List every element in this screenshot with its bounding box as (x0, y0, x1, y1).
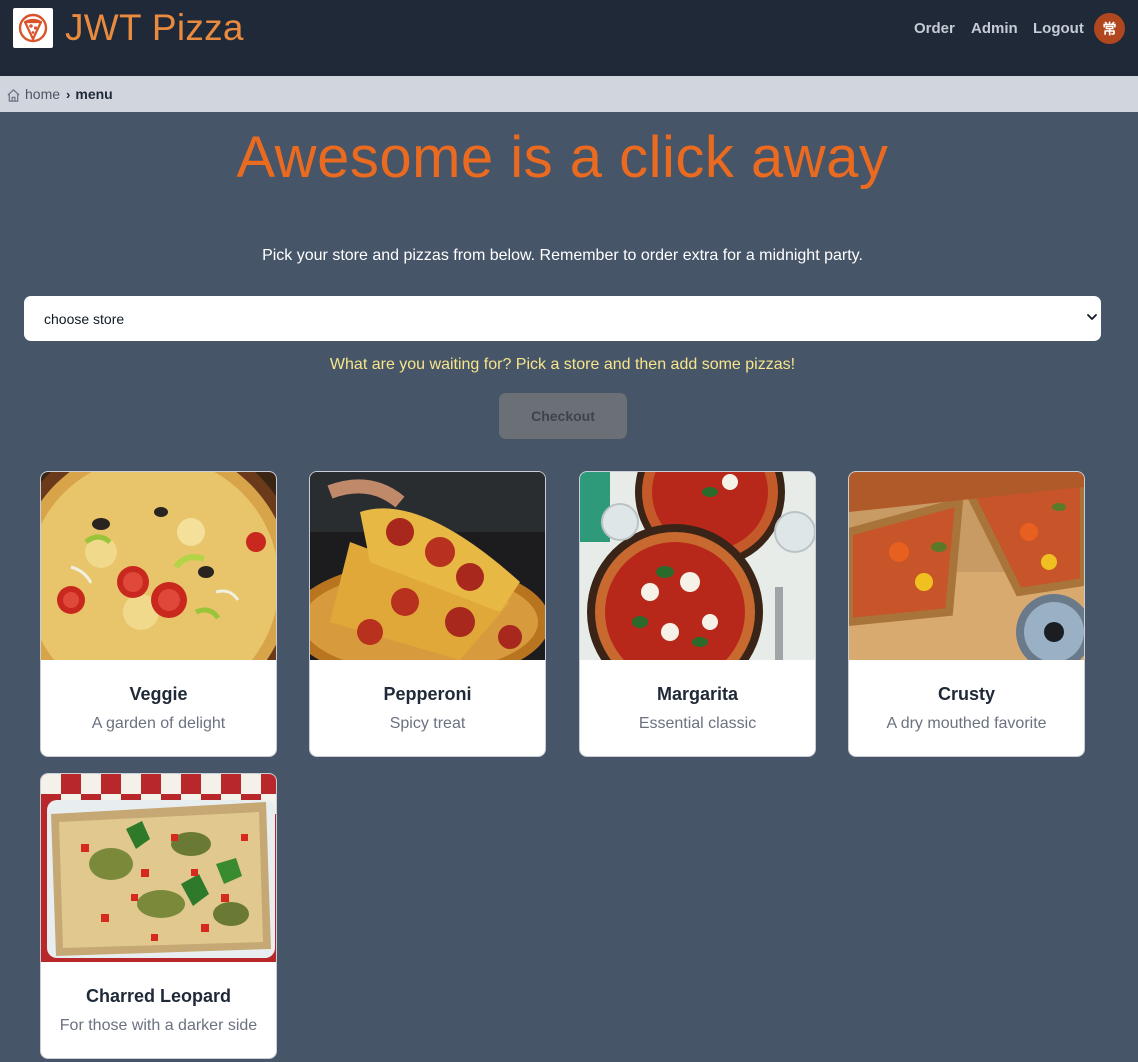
pizza-image-margarita (580, 472, 815, 660)
pizza-card-crusty[interactable]: Crusty A dry mouthed favorite (848, 471, 1085, 757)
chevron-down-icon (1087, 314, 1097, 320)
pizza-description: For those with a darker side (59, 1017, 258, 1034)
nav-logout-link[interactable]: Logout (1033, 20, 1084, 37)
breadcrumb-current: menu (75, 86, 113, 102)
pizza-description: Spicy treat (389, 715, 466, 732)
pizza-description: A garden of delight (91, 715, 226, 732)
pizza-card-veggie[interactable]: Veggie A garden of delight (40, 471, 277, 757)
pizza-name: Charred Leopard (85, 986, 232, 1006)
pizza-image-pepperoni (310, 472, 545, 660)
pizza-name: Margarita (656, 684, 739, 704)
user-avatar[interactable]: 常 (1094, 13, 1125, 44)
pizza-name: Pepperoni (383, 684, 472, 704)
pizza-card-margarita[interactable]: Margarita Essential classic (579, 471, 816, 757)
pizza-image-charred-leopard (41, 774, 276, 962)
pizza-name: Veggie (129, 684, 188, 704)
store-select-value: choose store (44, 310, 125, 327)
store-prompt: What are you waiting for? Pick a store a… (329, 356, 796, 373)
top-navbar: JWT Pizza Order Admin Logout 常 (0, 0, 1138, 76)
pizza-name: Crusty (937, 684, 995, 704)
nav-order-link[interactable]: Order (914, 20, 955, 37)
nav-admin-link[interactable]: Admin (971, 20, 1018, 37)
pizza-card-charred-leopard[interactable]: Charred Leopard For those with a darker … (40, 773, 277, 1059)
breadcrumb: home › menu (0, 76, 1138, 112)
chevron-right-icon: › (66, 86, 71, 102)
pizza-image-crusty (849, 472, 1084, 660)
pizza-description: Essential classic (638, 715, 757, 732)
store-select[interactable]: choose store (24, 296, 1101, 341)
brand-title[interactable]: JWT Pizza (65, 7, 244, 49)
home-icon[interactable] (6, 88, 21, 103)
pizza-card-pepperoni[interactable]: Pepperoni Spicy treat (309, 471, 546, 757)
pizza-image-veggie (41, 472, 276, 660)
pizza-description: A dry mouthed favorite (886, 715, 1047, 732)
page-title: Awesome is a click away (236, 125, 889, 190)
checkout-button[interactable]: Checkout (499, 393, 627, 439)
breadcrumb-home-link[interactable]: home (25, 86, 60, 102)
pizza-logo-icon[interactable] (13, 8, 53, 48)
page-subtitle: Pick your store and pizzas from below. R… (262, 247, 863, 264)
